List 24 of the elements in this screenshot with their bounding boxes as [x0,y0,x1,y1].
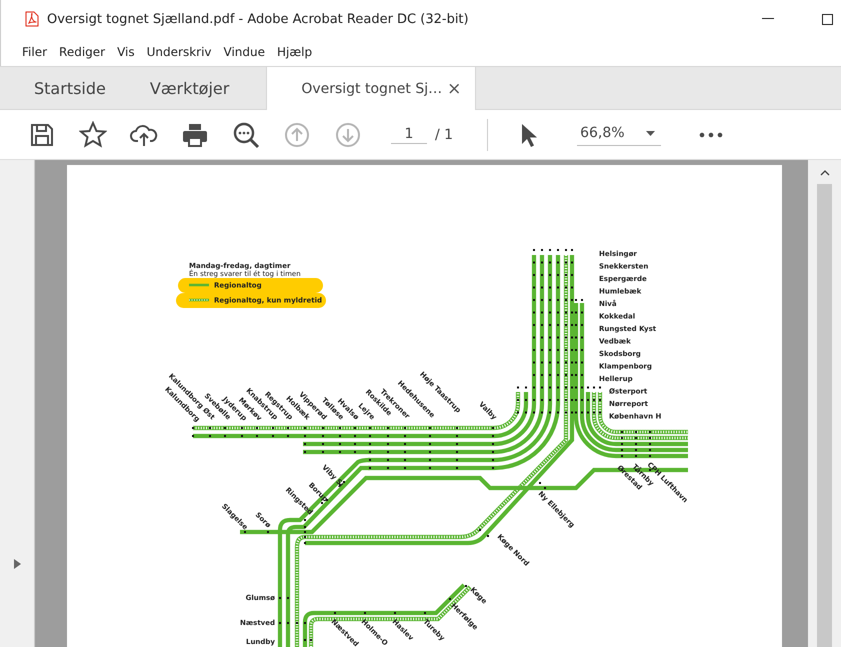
menu-item[interactable]: Filer [22,45,48,59]
menu-item[interactable]: Rediger [59,45,106,59]
menu-item[interactable]: Underskriv [146,45,212,59]
line-icon [189,284,209,286]
close-tab-icon[interactable]: × [447,78,462,98]
minimize-icon[interactable] [762,18,774,20]
menu-item[interactable]: Hjælp [277,45,312,59]
caret-icon [646,130,656,136]
zoom-dropdown[interactable]: 66,8% [577,123,662,146]
tab[interactable]: Oversigt tognet Sj… × [266,67,476,110]
page-number-field[interactable]: 1 [391,125,427,144]
expand-arrow-icon[interactable] [14,558,20,568]
menu-item[interactable]: Vindue [224,45,266,59]
menu-item[interactable]: Vis [117,45,135,59]
tab[interactable]: Startside [12,67,128,109]
window-title: Oversigt tognet Sjælland.pdf - Adobe Acrobat Reader DC (32-bit) [47,12,470,26]
tab[interactable]: Værktøjer [128,67,252,109]
star-icon[interactable] [79,120,107,148]
page-count: / 1 [435,126,454,142]
pdf-file-icon [25,11,39,27]
zoom-out-icon[interactable] [232,120,260,148]
scrollbar-thumb[interactable] [817,184,832,647]
maximize-icon[interactable] [822,14,833,24]
dashed-line-icon [188,298,210,302]
